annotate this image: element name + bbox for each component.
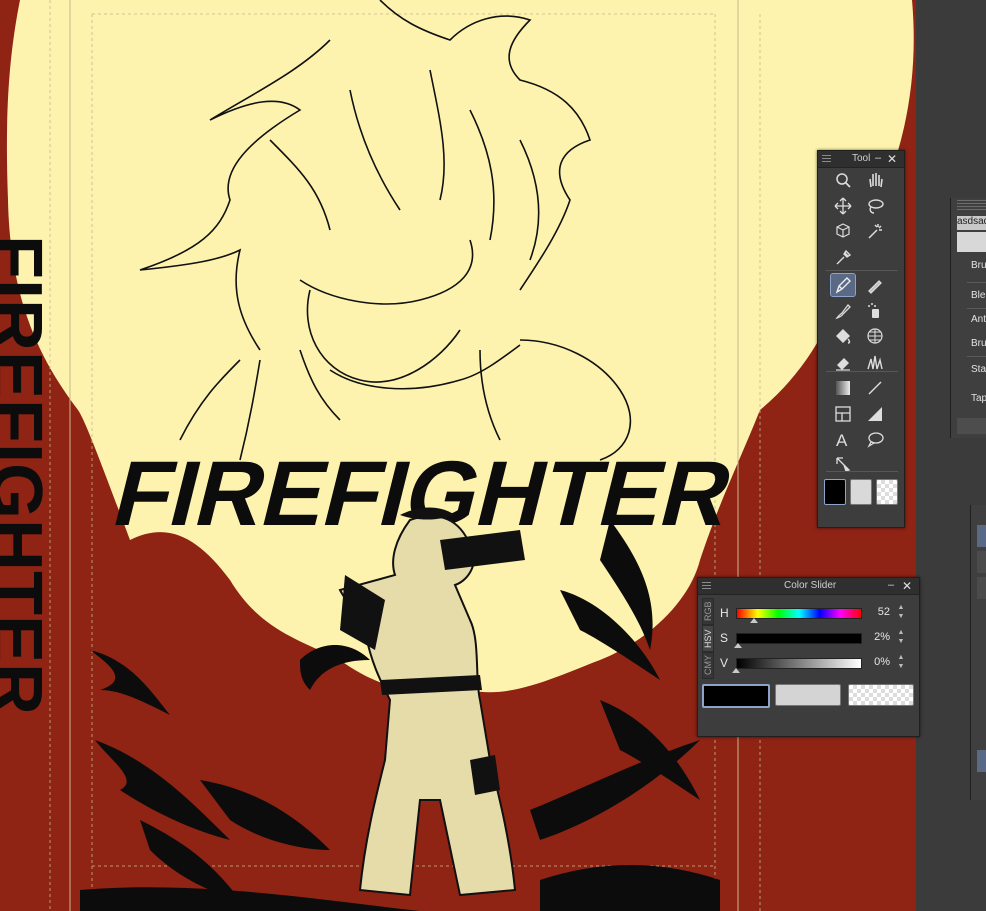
- brush-setting-item[interactable]: Bru: [971, 260, 986, 271]
- saturation-slider-row: S 2% ▲ ▼: [720, 628, 910, 648]
- balloon-icon[interactable]: [863, 428, 887, 450]
- hue-value[interactable]: 52: [860, 606, 890, 618]
- value-label: V: [720, 656, 729, 670]
- hand-icon[interactable]: [863, 169, 887, 191]
- hue-label: H: [720, 606, 729, 620]
- hue-slider-handle[interactable]: [749, 618, 758, 623]
- text-icon[interactable]: A: [831, 428, 855, 450]
- transparent-color-swatch[interactable]: [876, 479, 898, 505]
- saturation-label: S: [720, 631, 729, 645]
- pattern-icon[interactable]: [863, 325, 887, 347]
- saturation-spinner-icon[interactable]: ▲ ▼: [896, 628, 906, 646]
- color-slider-panel: Color Slider – ✕ RGB HSV CMY H 52 ▲ ▼ S 2…: [697, 577, 920, 737]
- tab-rgb[interactable]: RGB: [702, 598, 714, 625]
- eyedropper-icon[interactable]: [831, 246, 855, 268]
- brush-setting-item[interactable]: Sta: [971, 364, 986, 375]
- value-slider-handle[interactable]: [732, 668, 740, 673]
- minimize-button[interactable]: –: [872, 151, 884, 167]
- magic-wand-icon[interactable]: [863, 220, 887, 242]
- frame-icon[interactable]: [831, 403, 855, 425]
- brush-setting-item[interactable]: Bru: [971, 338, 986, 349]
- saturation-slider[interactable]: [736, 633, 862, 644]
- hue-slider-row: H 52 ▲ ▼: [720, 603, 910, 623]
- line-icon[interactable]: [863, 377, 887, 399]
- hue-spinner-icon[interactable]: ▲ ▼: [896, 603, 906, 621]
- zoom-icon[interactable]: [831, 169, 855, 191]
- sub-tool-item-active[interactable]: [977, 525, 986, 547]
- brush-icon[interactable]: [831, 300, 855, 322]
- drawing-canvas[interactable]: FIREFIGHTER FIREFIGHTER: [0, 0, 916, 911]
- value-value[interactable]: 0%: [860, 656, 890, 668]
- move-icon[interactable]: [831, 195, 855, 217]
- saturation-value[interactable]: 2%: [860, 631, 890, 643]
- sub-color-swatch[interactable]: [775, 684, 841, 706]
- sub-tool-item[interactable]: [977, 551, 986, 573]
- tab-hsv[interactable]: HSV: [702, 625, 714, 652]
- gradient-icon[interactable]: [831, 377, 855, 399]
- tool-palette-title: Tool: [852, 153, 871, 164]
- sub-tool-item[interactable]: [977, 750, 986, 772]
- color-slider-title: Color Slider: [784, 580, 837, 591]
- close-icon[interactable]: ✕: [901, 578, 913, 594]
- brush-setting-item[interactable]: Ble: [971, 290, 985, 301]
- svg-text:A: A: [836, 431, 848, 448]
- brush-panel-header[interactable]: asdsad: [957, 216, 986, 230]
- tool-palette-titlebar[interactable]: Tool – ✕: [818, 151, 904, 168]
- eraser-icon[interactable]: [831, 351, 855, 373]
- lasso-icon[interactable]: [863, 195, 887, 217]
- close-icon[interactable]: ✕: [886, 151, 898, 167]
- grip-icon[interactable]: [702, 582, 711, 589]
- value-slider[interactable]: [736, 658, 862, 669]
- tab-cmy[interactable]: CMY: [702, 652, 714, 679]
- sub-color-swatch[interactable]: [850, 479, 872, 505]
- fill-icon[interactable]: [831, 325, 855, 347]
- minimize-button[interactable]: –: [885, 578, 897, 594]
- transparent-color-swatch[interactable]: [848, 684, 914, 706]
- sub-tool-item[interactable]: [977, 577, 986, 599]
- color-slider-titlebar[interactable]: Color Slider – ✕: [698, 578, 919, 595]
- main-color-swatch[interactable]: [702, 684, 770, 708]
- brush-settings-panel: asdsad Bru Ble Ant Bru Sta Tap: [950, 198, 986, 438]
- sub-tool-panel: [970, 505, 986, 800]
- airbrush-icon[interactable]: [863, 300, 887, 322]
- brush-setting-item[interactable]: Tap: [971, 393, 986, 404]
- pencil-icon[interactable]: [863, 274, 887, 296]
- brush-setting-item[interactable]: Ant: [971, 314, 986, 325]
- artwork-side-text: FIREFIGHTER: [0, 235, 56, 715]
- tool-palette: Tool – ✕ A: [817, 150, 905, 528]
- grip-icon[interactable]: [822, 155, 831, 162]
- decoration-icon[interactable]: [863, 351, 887, 373]
- object-icon[interactable]: [831, 220, 855, 242]
- main-color-swatch[interactable]: [824, 479, 846, 505]
- value-spinner-icon[interactable]: ▲ ▼: [896, 653, 906, 671]
- color-mode-tabs: RGB HSV CMY: [702, 598, 716, 679]
- saturation-slider-handle[interactable]: [734, 643, 743, 648]
- artwork: FIREFIGHTER FIREFIGHTER: [0, 0, 914, 911]
- ruler-icon[interactable]: [863, 403, 887, 425]
- value-slider-row: V 0% ▲ ▼: [720, 653, 910, 673]
- pen-icon[interactable]: [830, 273, 856, 297]
